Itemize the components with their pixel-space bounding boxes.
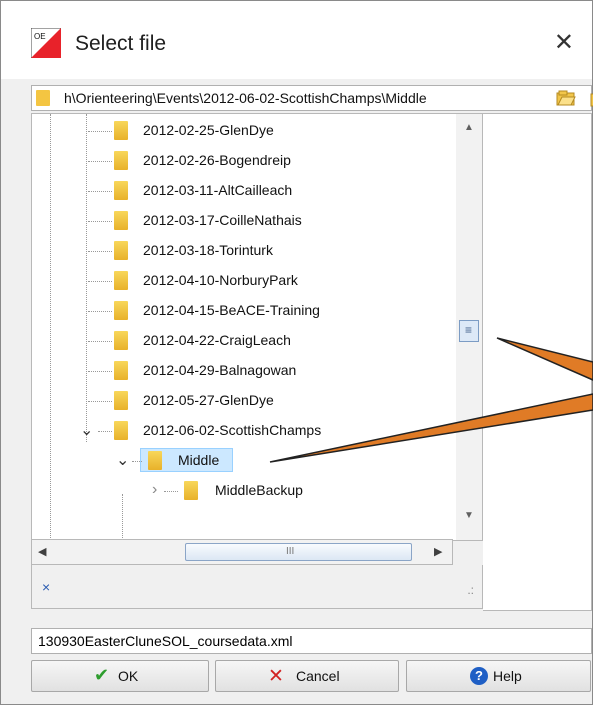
grip-icon: ≡ (465, 323, 473, 337)
tree-item[interactable]: › MiddleBackup (32, 478, 452, 504)
folder-icon (114, 421, 128, 440)
grip-icon: III (286, 546, 295, 557)
folder-label: 2012-03-17-CoilleNathais (143, 212, 302, 228)
tree-item[interactable]: 2012-04-10-NorburyPark (32, 268, 452, 294)
help-button[interactable]: ? Help (406, 660, 591, 692)
folder-label: 2012-02-25-GlenDye (143, 122, 274, 138)
checkmark-icon: ✔ (94, 665, 110, 685)
scroll-right-icon[interactable]: ▶ (434, 545, 442, 558)
expand-chevron-icon[interactable]: ⌄ (116, 450, 129, 470)
folder-label: 2012-03-11-AltCailleach (143, 182, 293, 198)
vertical-scrollbar[interactable]: ▲ ≡ ▼ (456, 114, 482, 540)
expand-chevron-icon[interactable]: ⌄ (80, 420, 93, 440)
scroll-left-icon[interactable]: ◀ (38, 545, 46, 558)
tree-item-selected[interactable]: ⌄ Middle (32, 448, 452, 474)
folder-label: 2012-04-15-BeACE-Training (143, 302, 320, 318)
tree-item[interactable]: 2012-05-27-GlenDye (32, 388, 452, 414)
folder-icon (114, 181, 128, 200)
cancel-button[interactable]: ✕ Cancel (215, 660, 399, 692)
status-bar: × .: (31, 565, 483, 609)
folder-icon (148, 451, 162, 470)
dialog-title: Select file (75, 32, 167, 55)
scroll-down-icon[interactable]: ▼ (464, 510, 474, 521)
filename-input[interactable]: 130930EasterCluneSOL_coursedata.xml (31, 628, 592, 654)
folder-icon (114, 331, 128, 350)
folder-label: 2012-03-18-Torinturk (143, 242, 273, 258)
folder-icon (184, 481, 198, 500)
folder-label: 2012-02-26-Bogendreip (143, 152, 291, 168)
svg-text:OE: OE (34, 32, 46, 41)
folder-label: 2012-06-02-ScottishChamps (143, 422, 322, 438)
folder-label: 2012-04-22-CraigLeach (143, 332, 291, 348)
folder-icon (114, 121, 128, 140)
folder-icon (36, 90, 50, 106)
horizontal-scroll-thumb[interactable]: III (185, 543, 412, 561)
up-folder-icon[interactable] (589, 88, 593, 108)
folder-tree[interactable]: 2012-02-25-GlenDye 2012-02-26-Bogendreip… (31, 113, 483, 541)
tree-item[interactable]: 2012-03-18-Torinturk (32, 238, 452, 264)
folder-label: Middle (178, 452, 220, 468)
tree-item[interactable]: 2012-02-26-Bogendreip (32, 148, 452, 174)
folder-icon (114, 361, 128, 380)
horizontal-scrollbar[interactable]: ◀ III ▶ (31, 539, 453, 565)
close-icon[interactable]: ✕ (554, 31, 574, 55)
path-text: h\Orienteering\Events\2012-06-02-Scottis… (64, 90, 427, 106)
clear-icon[interactable]: × (42, 579, 50, 595)
folder-icon (114, 301, 128, 320)
resize-grip-icon[interactable]: .: (467, 583, 474, 597)
folder-label: 2012-04-29-Balnagowan (143, 362, 297, 378)
folder-label: 2012-05-27-GlenDye (143, 392, 274, 408)
tree-item[interactable]: 2012-04-15-BeACE-Training (32, 298, 452, 324)
ok-button[interactable]: ✔ OK (31, 660, 209, 692)
folder-icon (114, 271, 128, 290)
folder-icon (114, 211, 128, 230)
ok-label: OK (118, 668, 139, 684)
folder-label: 2012-04-10-NorburyPark (143, 272, 298, 288)
help-label: Help (493, 668, 522, 684)
help-icon: ? (470, 667, 488, 685)
vertical-scroll-thumb[interactable]: ≡ (459, 320, 479, 342)
file-list-pane[interactable] (483, 113, 592, 611)
tree-item[interactable]: 2012-04-29-Balnagowan (32, 358, 452, 384)
tree-item[interactable]: 2012-03-17-CoilleNathais (32, 208, 452, 234)
tree-item[interactable]: 2012-04-22-CraigLeach (32, 328, 452, 354)
folder-label: MiddleBackup (215, 482, 303, 498)
title-bar: OE Select file ✕ (1, 1, 592, 79)
tree-item[interactable]: 2012-03-11-AltCailleach (32, 178, 452, 204)
select-file-dialog: OE Select file ✕ h\Orienteering\Events\2… (0, 0, 593, 705)
folder-icon (114, 391, 128, 410)
orienteering-flag-icon: OE (31, 28, 61, 58)
cancel-x-icon: ✕ (268, 666, 284, 687)
cancel-label: Cancel (296, 668, 340, 684)
tree-item-expanded[interactable]: ⌄ 2012-06-02-ScottishChamps (32, 418, 452, 444)
folder-icon (114, 151, 128, 170)
tree-item[interactable]: 2012-02-25-GlenDye (32, 118, 452, 144)
scroll-up-icon[interactable]: ▲ (464, 122, 474, 133)
path-field[interactable]: h\Orienteering\Events\2012-06-02-Scottis… (31, 85, 593, 111)
collapsed-chevron-icon[interactable]: › (152, 481, 157, 499)
open-folder-icon[interactable] (556, 88, 576, 108)
folder-icon (114, 241, 128, 260)
